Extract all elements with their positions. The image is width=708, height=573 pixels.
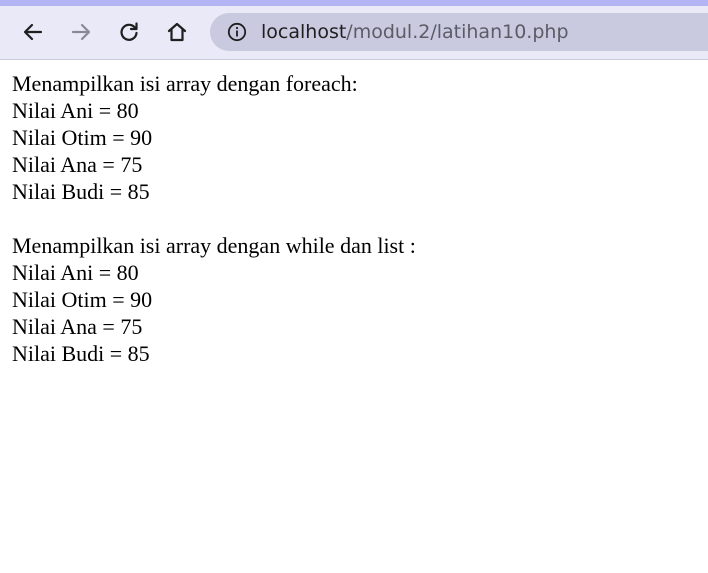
value-line: Nilai Otim = 90 — [12, 287, 153, 312]
back-button[interactable] — [15, 14, 51, 50]
value-line: Nilai Otim = 90 — [12, 125, 153, 150]
page-body: Menampilkan isi array dengan foreach: Ni… — [12, 70, 416, 367]
reload-icon — [118, 21, 140, 43]
home-button[interactable] — [159, 14, 195, 50]
arrow-right-icon — [70, 21, 92, 43]
value-line: Nilai Ani = 80 — [12, 260, 139, 285]
url-text[interactable]: localhost/modul.2/latihan10.php — [261, 21, 569, 43]
section-heading-while-list: Menampilkan isi array dengan while dan l… — [12, 233, 416, 258]
section-heading-foreach: Menampilkan isi array dengan foreach: — [12, 71, 358, 96]
info-circle-icon[interactable] — [226, 21, 248, 43]
value-line: Nilai Ana = 75 — [12, 152, 143, 177]
browser-toolbar: localhost/modul.2/latihan10.php — [0, 0, 708, 60]
window-accent-bar — [0, 0, 708, 6]
forward-button[interactable] — [63, 14, 99, 50]
address-bar[interactable]: localhost/modul.2/latihan10.php — [210, 13, 708, 51]
value-line: Nilai Ani = 80 — [12, 98, 139, 123]
url-host: localhost — [261, 21, 347, 43]
url-path: /modul.2/latihan10.php — [346, 21, 569, 43]
reload-button[interactable] — [111, 14, 147, 50]
line-break — [12, 205, 416, 232]
value-line: Nilai Budi = 85 — [12, 341, 150, 366]
arrow-left-icon — [22, 21, 44, 43]
value-line: Nilai Ana = 75 — [12, 314, 143, 339]
home-icon — [166, 21, 188, 43]
value-line: Nilai Budi = 85 — [12, 179, 150, 204]
